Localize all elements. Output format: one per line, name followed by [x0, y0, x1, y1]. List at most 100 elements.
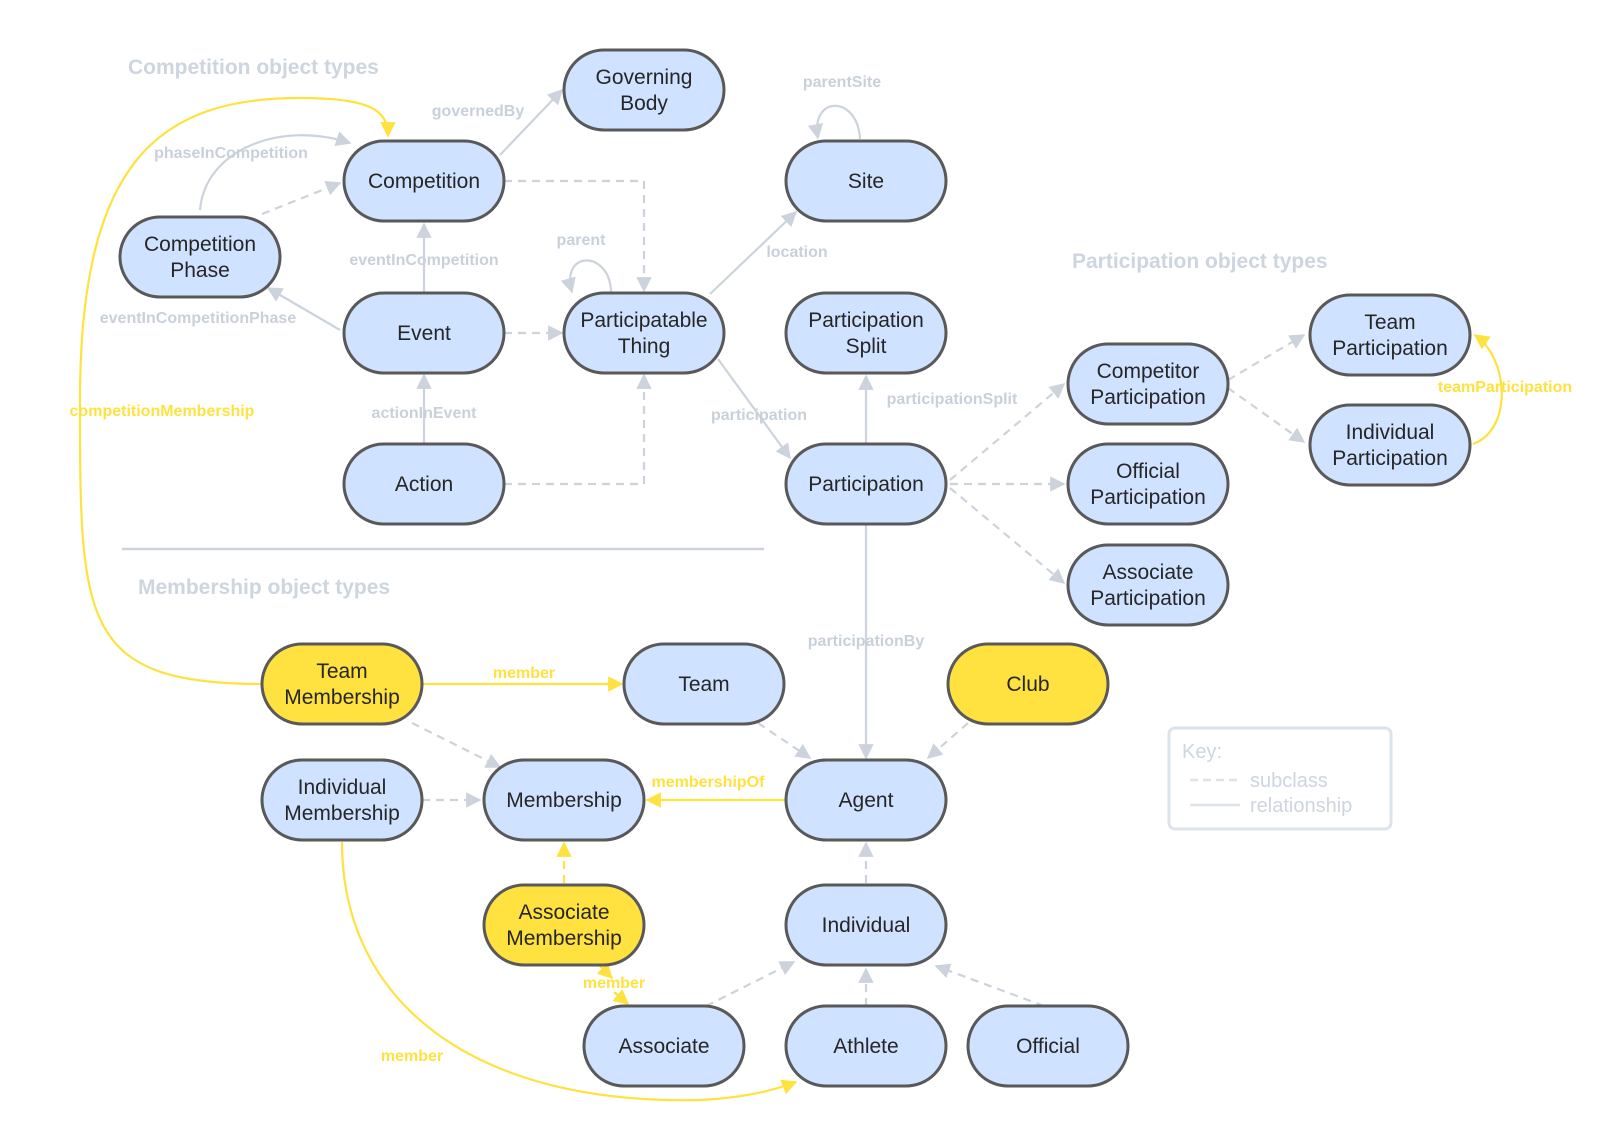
edge-parent-site: [807, 104, 862, 140]
node-label: Membership: [506, 927, 622, 950]
node-label: Membership: [506, 789, 622, 812]
label-participation-split: participationSplit: [887, 391, 1018, 408]
node-official-participation: Official Participation: [1066, 442, 1230, 526]
label-action-in-event: actionInEvent: [372, 405, 478, 422]
edge-subclass-associate-participation: [949, 487, 1066, 584]
edge-subclass-action-participatable: [504, 373, 652, 486]
edge-member-associate: [612, 989, 630, 1006]
node-label: Athlete: [833, 1035, 898, 1058]
label-team-participation: teamParticipation: [1438, 379, 1572, 396]
node-competitor-participation: Competitor Participation: [1066, 342, 1230, 426]
node-shape: [482, 883, 646, 967]
edge-subclass-official-individual: [934, 963, 1045, 1008]
node-label: Competitor: [1097, 360, 1200, 383]
legend-subclass-label: subclass: [1250, 770, 1328, 792]
label-location: location: [766, 244, 827, 261]
edge-subclass-club-agent: [926, 722, 969, 760]
node-associate-participation: Associate Participation: [1066, 543, 1230, 627]
edge-subclass-individual-participation: [1227, 387, 1306, 443]
node-participation: Participation: [784, 442, 948, 526]
label-event-in-competition: eventInCompetition: [349, 252, 498, 269]
section-title-competition: Competition object types: [128, 56, 379, 79]
label-event-in-competition-phase: eventInCompetitionPhase: [100, 310, 297, 327]
node-shape: [118, 215, 282, 299]
node-club: Club: [946, 642, 1110, 726]
node-associate-membership: Associate Membership: [482, 883, 646, 967]
node-label: Governing: [596, 66, 693, 89]
node-competition: Competition: [342, 139, 506, 223]
nodes: Governing Body Competition Competition Phase…: [118, 48, 1472, 1088]
node-label: Associate: [1102, 561, 1193, 584]
node-label: Thing: [618, 335, 671, 358]
node-label: Team: [316, 660, 367, 683]
edge-governed-by: [499, 88, 564, 156]
node-label: Individual: [298, 776, 387, 799]
edge-subclass-team-membership: [411, 722, 502, 768]
edge-subclass-associate-individual: [705, 961, 796, 1007]
node-label: Competition: [144, 233, 256, 256]
node-label: Split: [846, 335, 887, 358]
node-label: Official: [1016, 1035, 1080, 1058]
node-label: Body: [620, 92, 668, 115]
node-label: Participation: [808, 309, 924, 332]
node-label: Associate: [518, 901, 609, 924]
node-shape: [562, 291, 726, 375]
node-label: Team: [678, 673, 729, 696]
label-parent-site: parentSite: [803, 74, 881, 91]
node-individual-membership: Individual Membership: [260, 758, 424, 842]
node-athlete: Athlete: [784, 1004, 948, 1088]
diagram-canvas: Competition object types Participation o…: [70, 48, 1572, 1102]
node-label: Agent: [839, 789, 894, 812]
node-shape: [1308, 293, 1472, 377]
node-label: Action: [395, 473, 453, 496]
label-member-individual: member: [381, 1048, 443, 1065]
node-shape: [260, 758, 424, 842]
node-official: Official: [966, 1004, 1130, 1088]
node-site: Site: [784, 139, 948, 223]
node-label: Participation: [1332, 337, 1448, 360]
section-title-membership: Membership object types: [138, 576, 390, 599]
node-individual-participation: Individual Participation: [1308, 403, 1472, 487]
label-participation: participation: [711, 407, 807, 424]
node-label: Membership: [284, 802, 400, 825]
section-title-participation: Participation object types: [1072, 250, 1328, 273]
node-team-participation: Team Participation: [1308, 293, 1472, 377]
node-shape: [260, 642, 424, 726]
legend-key: Key: subclass relationship: [1167, 726, 1393, 831]
node-label: Membership: [284, 686, 400, 709]
node-label: Individual: [822, 914, 911, 937]
node-shape: [562, 48, 726, 132]
node-event: Event: [342, 291, 506, 375]
node-label: Participatable: [580, 309, 707, 332]
node-label: Club: [1006, 673, 1049, 696]
node-label: Individual: [1346, 421, 1435, 444]
node-label: Phase: [170, 259, 230, 282]
node-label: Participation: [808, 473, 924, 496]
node-label: Event: [397, 322, 451, 345]
node-membership: Membership: [482, 758, 646, 842]
node-associate: Associate: [582, 1004, 746, 1088]
node-team: Team: [622, 642, 786, 726]
node-label: Team: [1364, 311, 1415, 334]
label-parent: parent: [557, 232, 607, 249]
label-competition-membership: competitionMembership: [70, 403, 255, 420]
edge-subclass-team-participation: [1227, 334, 1306, 381]
node-shape: [1308, 403, 1472, 487]
edge-subclass-team-agent: [757, 722, 812, 759]
label-phase-in-competition: phaseInCompetition: [154, 145, 308, 162]
node-label: Official: [1116, 460, 1180, 483]
node-competition-phase: Competition Phase: [118, 215, 282, 299]
node-governing-body: Governing Body: [562, 48, 726, 132]
node-participatable-thing: Participatable Thing: [562, 291, 726, 375]
legend-title: Key:: [1182, 741, 1222, 763]
label-governed-by: governedBy: [432, 103, 525, 120]
label-member-team: member: [493, 665, 555, 682]
node-label: Competition: [368, 170, 480, 193]
node-label: Associate: [618, 1035, 709, 1058]
edge-subclass-phase-competition: [261, 180, 342, 216]
node-label: Site: [848, 170, 884, 193]
node-participation-split: Participation Split: [784, 291, 948, 375]
node-label: Participation: [1332, 447, 1448, 470]
node-shape: [1066, 442, 1230, 526]
legend-relationship-label: relationship: [1250, 795, 1352, 817]
